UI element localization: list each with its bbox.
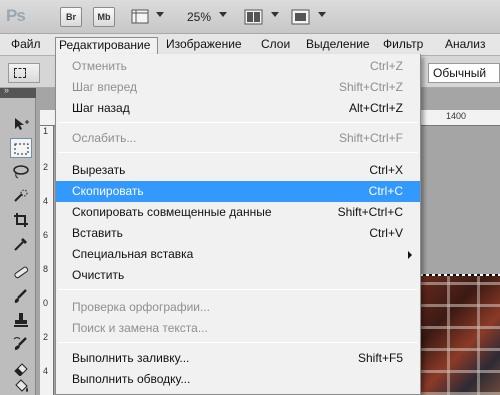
marquee-preset-icon [14,68,26,78]
menu-separator [58,122,418,123]
menu-select[interactable]: Выделение [303,37,373,54]
menu-item-copy[interactable]: Скопировать Ctrl+C [56,181,420,202]
application-bar: Ps Br Mb 25% [0,0,500,34]
menu-separator [58,342,418,343]
ruler-label: 2 [43,332,49,342]
marching-ants-selection [417,274,500,276]
history-brush-tool[interactable] [10,334,32,354]
menu-item-undo[interactable]: Отменить Ctrl+Z [56,56,420,77]
healing-brush-tool-icon [14,266,29,279]
menu-bar: Файл Редактирование Изображение Слои Выд… [0,34,500,56]
menu-item-fade[interactable]: Ослабить... Shift+Ctrl+F [56,128,420,149]
eyedropper-tool[interactable] [10,234,32,254]
screen-mode-icon [291,9,310,25]
eyedropper-tool-icon [14,238,27,251]
view-extras-icon [131,9,149,24]
zoom-level[interactable]: 25% [187,10,211,24]
screen-mode-button[interactable] [290,7,312,27]
brush-tool[interactable] [10,286,32,306]
menu-separator [58,289,418,290]
menu-item-step-forward[interactable]: Шаг вперед Shift+Ctrl+Z [56,77,420,98]
clone-stamp-tool[interactable] [10,310,32,330]
menu-item-copy-merged[interactable]: Скопировать совмещенные данные Shift+Ctr… [56,202,420,223]
arrange-documents-button[interactable] [243,7,265,27]
ruler-label: 8 [43,264,49,274]
ruler-label: 6 [43,230,49,240]
edit-menu-dropdown: Отменить Ctrl+Z Шаг вперед Shift+Ctrl+Z … [55,54,421,395]
ruler-label: 4 [43,366,49,376]
menu-analysis[interactable]: Анализ [442,37,489,54]
menu-item-cut[interactable]: Вырезать Ctrl+X [56,160,420,181]
menu-filter[interactable]: Фильтр [380,37,426,54]
brush-tool-icon [14,289,27,303]
quick-selection-tool-icon [14,189,28,202]
move-tool-icon [15,118,29,130]
crop-tool-icon [14,213,28,227]
paint-bucket-tool[interactable] [10,377,32,395]
mini-bridge-button[interactable]: Mb [93,7,115,27]
collapse-icon[interactable]: » [4,85,9,95]
eraser-tool-icon [14,363,28,376]
style-select[interactable]: Обычный [428,63,500,83]
ruler-label: 1 [43,126,49,136]
lasso-tool-icon [13,165,29,179]
marquee-tool-icon [14,143,29,155]
view-extras-button[interactable] [130,7,152,27]
zoom-caret-icon[interactable] [219,12,227,17]
crop-tool[interactable] [10,210,32,230]
submenu-arrow-icon [408,251,412,259]
arrange-caret-icon[interactable] [271,12,279,17]
tools-panel: » [0,85,36,395]
healing-brush-tool[interactable] [10,262,32,282]
brick-wall-image [417,274,500,395]
menu-item-stroke[interactable]: Выполнить обводку... [56,369,420,390]
menu-item-check-spelling[interactable]: Проверка орфографии... [56,297,420,318]
menu-layers[interactable]: Слои [258,37,293,54]
marquee-tool[interactable] [10,138,32,158]
clone-stamp-tool-icon [14,313,28,327]
menu-item-step-backward[interactable]: Шаг назад Alt+Ctrl+Z [56,98,420,119]
view-extras-caret-icon[interactable] [156,12,164,17]
move-tool[interactable] [10,114,32,134]
quick-selection-tool[interactable] [10,186,32,206]
menu-separator [58,152,418,153]
eraser-tool[interactable] [10,358,32,378]
tool-preset-picker[interactable] [8,63,40,83]
ruler-label: 0 [43,298,49,308]
menu-item-fill[interactable]: Выполнить заливку... Shift+F5 [56,348,420,369]
menu-image[interactable]: Изображение [163,37,245,54]
lasso-tool[interactable] [10,162,32,182]
bridge-button[interactable]: Br [60,7,82,27]
menu-item-clear[interactable]: Очистить [56,265,420,286]
tools-panel-header[interactable]: » [0,85,36,98]
menu-edit[interactable]: Редактирование [55,37,158,54]
paint-bucket-tool-icon [15,379,28,392]
arrange-documents-icon [244,9,263,25]
photoshop-logo: Ps [6,6,26,25]
history-brush-tool-icon [13,337,27,350]
ruler-label: 2 [43,162,49,172]
menu-item-paste-special[interactable]: Специальная вставка [56,244,420,265]
screen-mode-caret-icon[interactable] [318,12,326,17]
vertical-ruler[interactable]: 1 2 4 6 8 0 2 4 [40,126,54,395]
ruler-label: 4 [43,196,49,206]
menu-item-paste[interactable]: Вставить Ctrl+V [56,223,420,244]
menu-file[interactable]: Файл [8,37,44,54]
menu-item-find-replace[interactable]: Поиск и замена текста... [56,318,420,339]
ruler-label: 1400 [446,111,467,121]
